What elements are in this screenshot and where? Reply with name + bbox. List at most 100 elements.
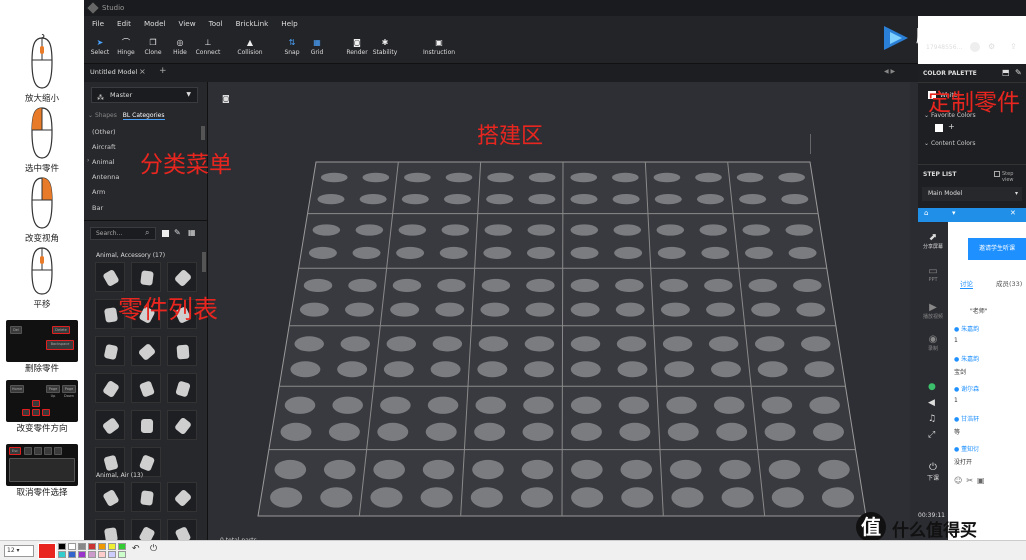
color-swatch[interactable] (78, 551, 86, 558)
part-thumbnail[interactable] (167, 373, 197, 403)
category-item[interactable]: Bar (92, 204, 103, 212)
build-viewport[interactable]: ◙ (208, 82, 910, 548)
ppt-icon: ▭ (928, 266, 938, 277)
menu-view[interactable]: View (179, 16, 196, 32)
menu-model[interactable]: Model (144, 16, 166, 32)
color-swatch[interactable] (118, 551, 126, 558)
color-swatch[interactable] (58, 543, 66, 550)
render-button[interactable]: ◙ Render (342, 36, 372, 56)
part-thumbnail[interactable] (167, 336, 197, 366)
font-size-select[interactable]: 12 ▾ (4, 545, 34, 557)
grid-button[interactable]: ▦ Grid (302, 36, 332, 56)
color-swatch[interactable] (78, 543, 86, 550)
color-swatch[interactable] (88, 551, 96, 558)
invite-students-button[interactable]: 邀请学生听课 (968, 238, 1026, 260)
scrollbar[interactable] (201, 126, 205, 140)
baseplate[interactable] (208, 82, 910, 548)
mouse-guide-label: 放大缩小 (24, 94, 59, 104)
stud (696, 194, 724, 205)
category-item[interactable]: Arm (92, 188, 105, 196)
part-thumbnail[interactable] (167, 262, 197, 292)
power-icon[interactable]: ⏻ (150, 544, 157, 554)
part-thumbnail[interactable] (167, 410, 197, 440)
end-class-button[interactable]: ⏻ 下课 (920, 462, 946, 482)
color-swatch[interactable] (108, 551, 116, 558)
share-screen-button[interactable]: ⬈ 分享屏幕 (920, 232, 946, 250)
color-swatch[interactable] (98, 551, 106, 558)
music-icon[interactable]: ♫ (928, 414, 936, 424)
menu-bricklink[interactable]: BrickLink (236, 16, 269, 32)
color-swatch[interactable] (68, 551, 76, 558)
undo-icon[interactable]: ↶ (132, 544, 140, 554)
home-icon[interactable]: ⌂ (924, 209, 928, 217)
color-filter-icon[interactable] (162, 230, 169, 237)
pen-icon[interactable]: ✎ (1015, 68, 1022, 77)
connect-button[interactable]: ⊥ Connect (193, 36, 223, 56)
clone-button[interactable]: ❐ Clone (138, 36, 168, 56)
part-thumbnail[interactable] (95, 262, 125, 292)
part-thumbnail[interactable] (131, 410, 161, 440)
pen-icon[interactable]: ✎ (174, 228, 181, 237)
grid-view-icon[interactable]: ▦ (188, 228, 196, 237)
avatar[interactable] (970, 42, 980, 52)
microphone-icon[interactable]: ● (928, 382, 936, 392)
category-item[interactable]: Animal (92, 158, 115, 166)
main-model-selector[interactable]: Main Model ▾ (922, 187, 1022, 201)
ppt-button[interactable]: ▭ PPT (920, 266, 946, 283)
color-swatch[interactable] (108, 543, 116, 550)
add-color-icon[interactable]: + (948, 122, 955, 131)
part-thumbnail[interactable] (95, 373, 125, 403)
menu-help[interactable]: Help (281, 16, 297, 32)
color-swatch[interactable] (88, 543, 96, 550)
scrollbar[interactable] (202, 252, 206, 272)
chevron-right-icon[interactable]: › (87, 157, 89, 164)
color-swatch[interactable] (118, 543, 126, 550)
category-item[interactable]: Antenna (92, 173, 119, 181)
close-icon[interactable]: ✕ (1010, 209, 1016, 217)
panel-arrows-icon[interactable]: ◀ ▶ (884, 68, 895, 75)
tab-bl-categories[interactable]: BL Categories (122, 112, 165, 120)
chevron-down-icon[interactable]: ▾ (952, 209, 956, 217)
speaker-icon[interactable]: ◀ (928, 398, 935, 408)
document-tab[interactable]: Untitled Model (90, 68, 137, 76)
tab-discuss[interactable]: 讨论 (960, 278, 973, 289)
hinge-button[interactable]: ⌒ Hinge (111, 36, 141, 56)
part-thumbnail[interactable] (167, 482, 197, 512)
record-button[interactable]: ◉ 录制 (920, 334, 946, 352)
part-thumbnail[interactable] (95, 336, 125, 366)
pin-icon[interactable]: ⇪ (1010, 42, 1017, 51)
color-swatch[interactable] (98, 543, 106, 550)
part-thumbnail[interactable] (95, 410, 125, 440)
fullscreen-icon[interactable]: ⤢ (928, 430, 935, 440)
search-icon[interactable]: ⌕ (145, 228, 149, 238)
part-thumbnail[interactable] (95, 482, 125, 512)
paint-icon[interactable]: ⬒ (1002, 68, 1010, 77)
hide-button[interactable]: ◎ Hide (165, 36, 195, 56)
tab-members[interactable]: 成员(33) (996, 278, 1022, 288)
color-swatch[interactable] (935, 124, 943, 132)
model-selector[interactable]: ⁂ Master ▼ (91, 87, 198, 103)
color-swatch[interactable] (68, 543, 76, 550)
close-tab-icon[interactable]: × (139, 67, 146, 76)
chat-tools[interactable]: ☺✂▣ (954, 476, 1024, 485)
menu-tool[interactable]: Tool (209, 16, 223, 32)
content-colors-section[interactable]: ⌄ Content Colors (924, 140, 976, 147)
part-thumbnail[interactable] (131, 262, 161, 292)
category-item[interactable]: Aircraft (92, 143, 116, 151)
collision-button[interactable]: ▲ Collision (235, 36, 265, 56)
tab-shapes[interactable]: ⌄ Shapes (88, 112, 117, 119)
stability-button[interactable]: ✱ Stability (370, 36, 400, 56)
step-view-checkbox[interactable] (994, 171, 1000, 177)
part-thumbnail[interactable] (131, 482, 161, 512)
part-thumbnail[interactable] (131, 336, 161, 366)
current-color-swatch[interactable] (38, 543, 56, 559)
menu-edit[interactable]: Edit (117, 16, 131, 32)
menu-file[interactable]: File (92, 16, 104, 32)
add-tab-icon[interactable]: + (159, 66, 167, 76)
color-swatch[interactable] (58, 551, 66, 558)
play-video-button[interactable]: ▶ 播放视频 (920, 302, 946, 320)
category-item[interactable]: (Other) (92, 128, 116, 136)
instruction-button[interactable]: ▣ Instruction (421, 36, 457, 56)
part-thumbnail[interactable] (131, 373, 161, 403)
settings-icon[interactable]: ⚙ (988, 42, 995, 51)
